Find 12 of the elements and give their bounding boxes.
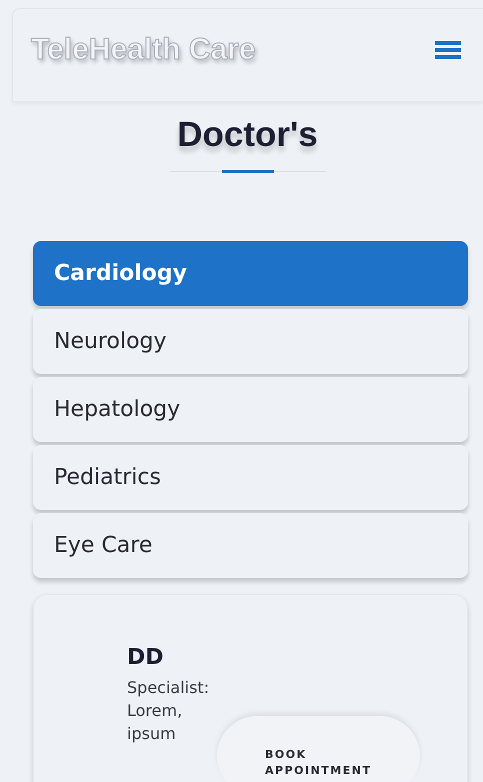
- menu-icon[interactable]: [435, 40, 461, 60]
- department-tab[interactable]: Eye Care: [33, 513, 468, 578]
- department-tab[interactable]: Pediatrics: [33, 445, 468, 510]
- department-tab[interactable]: Cardiology: [33, 241, 468, 306]
- department-tab[interactable]: Neurology: [33, 309, 468, 374]
- doctor-description: Specialist: Lorem, ipsum: [127, 677, 210, 745]
- title-underline: [222, 170, 274, 173]
- book-appointment-button[interactable]: BOOK APPOINTMENT: [217, 716, 420, 782]
- doctor-name: DD: [127, 645, 164, 670]
- page-title: Doctor's: [177, 115, 318, 155]
- brand-logo: TeleHealth Care: [31, 33, 256, 67]
- department-tab[interactable]: Hepatology: [33, 377, 468, 442]
